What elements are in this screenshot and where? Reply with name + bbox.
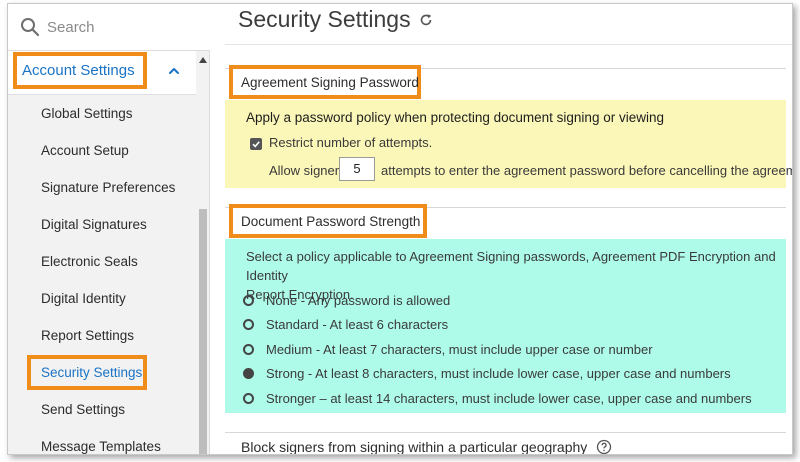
sidebar-item-digital-signatures[interactable]: Digital Signatures — [8, 206, 196, 243]
sidebar-item-label: Account Setup — [41, 143, 129, 158]
sidebar-item-label: Global Settings — [41, 106, 133, 121]
radio-label: Medium - At least 7 characters, must inc… — [266, 341, 653, 357]
password-strength-title-text: Document Password Strength — [241, 213, 421, 229]
sidebar-nav: Global Settings Account Setup Signature … — [8, 95, 196, 454]
sidebar-item-label: Digital Signatures — [41, 217, 147, 232]
help-icon[interactable] — [596, 439, 612, 455]
radio-label: Stronger – at least 14 characters, must … — [266, 390, 752, 406]
account-settings-group[interactable]: Account Settings — [8, 51, 196, 95]
account-settings-highlight: Account Settings — [13, 52, 147, 89]
sidebar-item-security-settings[interactable]: Security Settings — [8, 354, 196, 391]
page-title: Security Settings — [238, 6, 433, 33]
account-settings-label: Account Settings — [22, 62, 135, 79]
radio-option-strong[interactable]: Strong - At least 8 characters, must inc… — [243, 363, 731, 383]
search-placeholder: Search — [47, 18, 95, 36]
attempts-suffix-label: attempts to enter the agreement password… — [381, 163, 793, 178]
sidebar-item-label: Message Templates — [41, 439, 161, 454]
sidebar-item-send-settings[interactable]: Send Settings — [8, 391, 196, 428]
sidebar-item-electronic-seals[interactable]: Electronic Seals — [8, 243, 196, 280]
attempts-input[interactable]: 5 — [339, 157, 375, 181]
scroll-up-icon[interactable] — [198, 55, 208, 65]
search-icon — [21, 18, 40, 37]
sidebar-item-message-templates[interactable]: Message Templates — [8, 428, 196, 454]
sidebar-item-digital-identity[interactable]: Digital Identity — [8, 280, 196, 317]
radio-label: Standard - At least 6 characters — [266, 316, 449, 332]
restrict-attempts-label: Restrict number of attempts. — [269, 135, 433, 150]
agreement-password-title: Agreement Signing Password — [229, 65, 421, 99]
radio-button[interactable] — [243, 294, 254, 306]
sidebar-item-label: Report Settings — [41, 328, 135, 343]
chevron-up-icon[interactable] — [166, 63, 182, 79]
description-line-1: Select a policy applicable to Agreement … — [246, 249, 776, 283]
radio-label: None - Any password is allowed — [266, 292, 451, 308]
security-settings-highlight: Security Settings — [27, 355, 147, 390]
allow-signer-label: Allow signer — [269, 163, 340, 178]
radio-button[interactable] — [243, 318, 254, 330]
radio-button[interactable] — [243, 343, 254, 355]
sidebar-item-signature-preferences[interactable]: Signature Preferences — [8, 169, 196, 206]
page-title-text: Security Settings — [238, 6, 411, 32]
sidebar-item-global-settings[interactable]: Global Settings — [8, 95, 196, 132]
sidebar-item-report-settings[interactable]: Report Settings — [8, 317, 196, 354]
sidebar-item-label: Signature Preferences — [41, 180, 176, 195]
radio-button[interactable] — [243, 392, 254, 404]
sidebar-item-account-setup[interactable]: Account Setup — [8, 132, 196, 169]
search-input[interactable]: Search — [8, 4, 210, 51]
section-divider — [225, 432, 786, 433]
sidebar-item-label: Digital Identity — [41, 291, 126, 306]
radio-button-selected[interactable] — [243, 367, 254, 379]
sidebar-item-label: Send Settings — [41, 402, 126, 417]
checkmark-icon — [252, 141, 260, 148]
agreement-password-panel: Apply a password policy when protecting … — [225, 100, 792, 188]
radio-label: Strong - At least 8 characters, must inc… — [266, 365, 731, 381]
sidebar: Search Account Settings Global Settings … — [8, 4, 210, 454]
agreement-password-title-text: Agreement Signing Password — [241, 74, 419, 90]
geography-label-text: Block signers from signing within a part… — [241, 439, 588, 455]
main-content: Security Settings Agreement Signing Pass… — [211, 4, 792, 455]
sidebar-item-label: Electronic Seals — [41, 254, 138, 269]
password-strength-title: Document Password Strength — [229, 204, 427, 238]
radio-option-standard[interactable]: Standard - At least 6 characters — [243, 314, 448, 334]
radio-option-none[interactable]: None - Any password is allowed — [243, 290, 450, 310]
geography-section-label: Block signers from signing within a part… — [241, 439, 612, 455]
scrollbar-thumb[interactable] — [199, 209, 207, 454]
restrict-attempts-checkbox[interactable] — [250, 138, 262, 150]
app-window: Search Account Settings Global Settings … — [7, 3, 793, 455]
password-strength-panel: Select a policy applicable to Agreement … — [225, 239, 786, 413]
refresh-icon[interactable] — [419, 13, 433, 27]
sidebar-item-label: Security Settings — [41, 365, 143, 380]
title-divider — [225, 44, 792, 45]
radio-option-stronger[interactable]: Stronger – at least 14 characters, must … — [243, 388, 752, 408]
agreement-password-heading: Apply a password policy when protecting … — [246, 110, 664, 125]
radio-option-medium[interactable]: Medium - At least 7 characters, must inc… — [243, 339, 653, 359]
